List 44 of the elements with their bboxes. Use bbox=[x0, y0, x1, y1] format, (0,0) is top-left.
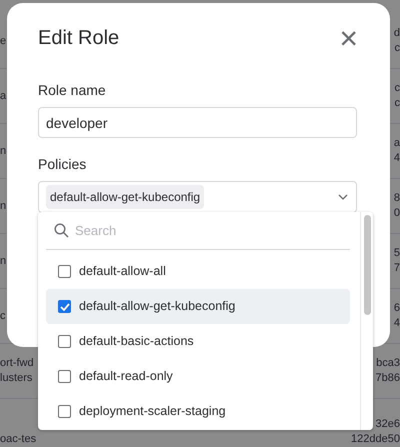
search-icon bbox=[54, 223, 69, 238]
table-cell-text: n bbox=[0, 254, 6, 268]
table-cell-text: 4 bbox=[394, 316, 400, 331]
table-cell-text: ort-fwd bbox=[0, 356, 34, 371]
table-cell-text: c bbox=[394, 81, 400, 96]
table-cell-text: n bbox=[0, 144, 6, 158]
table-cell-text: bca3 bbox=[376, 356, 400, 371]
table-cell-text: 122dde50 bbox=[351, 432, 400, 447]
field-label: Policies bbox=[38, 155, 88, 174]
table-cell-text: a bbox=[394, 136, 400, 151]
table-cell-text: n bbox=[0, 198, 6, 214]
dropdown-option[interactable]: default-read-only bbox=[46, 359, 350, 394]
table-cell-text: oac-tes bbox=[0, 432, 36, 447]
table-cell-text: c bbox=[394, 41, 400, 56]
table-cell-text: 0 bbox=[394, 206, 400, 221]
table-cell-text: 4 bbox=[394, 151, 400, 166]
checkbox[interactable] bbox=[58, 335, 71, 348]
dropdown-option[interactable]: default-basic-actions bbox=[46, 324, 350, 359]
table-cell-text: 8 bbox=[394, 191, 400, 206]
table-cell-text: c bbox=[0, 308, 6, 324]
table-cell-text: c bbox=[394, 96, 400, 111]
scrollbar[interactable] bbox=[360, 212, 373, 430]
table-cell-text: 5 bbox=[394, 246, 400, 261]
checkbox[interactable] bbox=[58, 370, 71, 383]
tag: default-allow-get-kubeconfig bbox=[46, 185, 204, 209]
table-cell-text: a bbox=[0, 88, 6, 104]
chevron-icon bbox=[338, 194, 348, 200]
checkbox[interactable] bbox=[58, 265, 71, 278]
input-field[interactable]: developer bbox=[38, 107, 357, 138]
dropdown-option[interactable]: default-allow-get-kubeconfig bbox=[46, 289, 350, 324]
dropdown-option[interactable]: deployment-scaler-staging bbox=[46, 394, 350, 429]
table-cell-text: 7b86 bbox=[376, 371, 400, 386]
table-cell-text: d bbox=[394, 26, 400, 41]
dialog-title: Edit Role bbox=[38, 26, 120, 50]
checkbox[interactable] bbox=[58, 300, 71, 313]
table-cell-text: 6 bbox=[394, 301, 400, 316]
close-button[interactable]: × bbox=[339, 26, 358, 50]
dropdown-option[interactable]: default-allow-all bbox=[46, 254, 350, 289]
table-cell-text: 32e6 bbox=[376, 417, 400, 432]
field-label: Role name bbox=[38, 81, 107, 100]
table-cell-text: lusters bbox=[0, 371, 34, 386]
table-cell-text: e bbox=[0, 34, 6, 48]
table-cell-text: 7 bbox=[394, 261, 400, 276]
checkbox[interactable] bbox=[58, 405, 71, 418]
